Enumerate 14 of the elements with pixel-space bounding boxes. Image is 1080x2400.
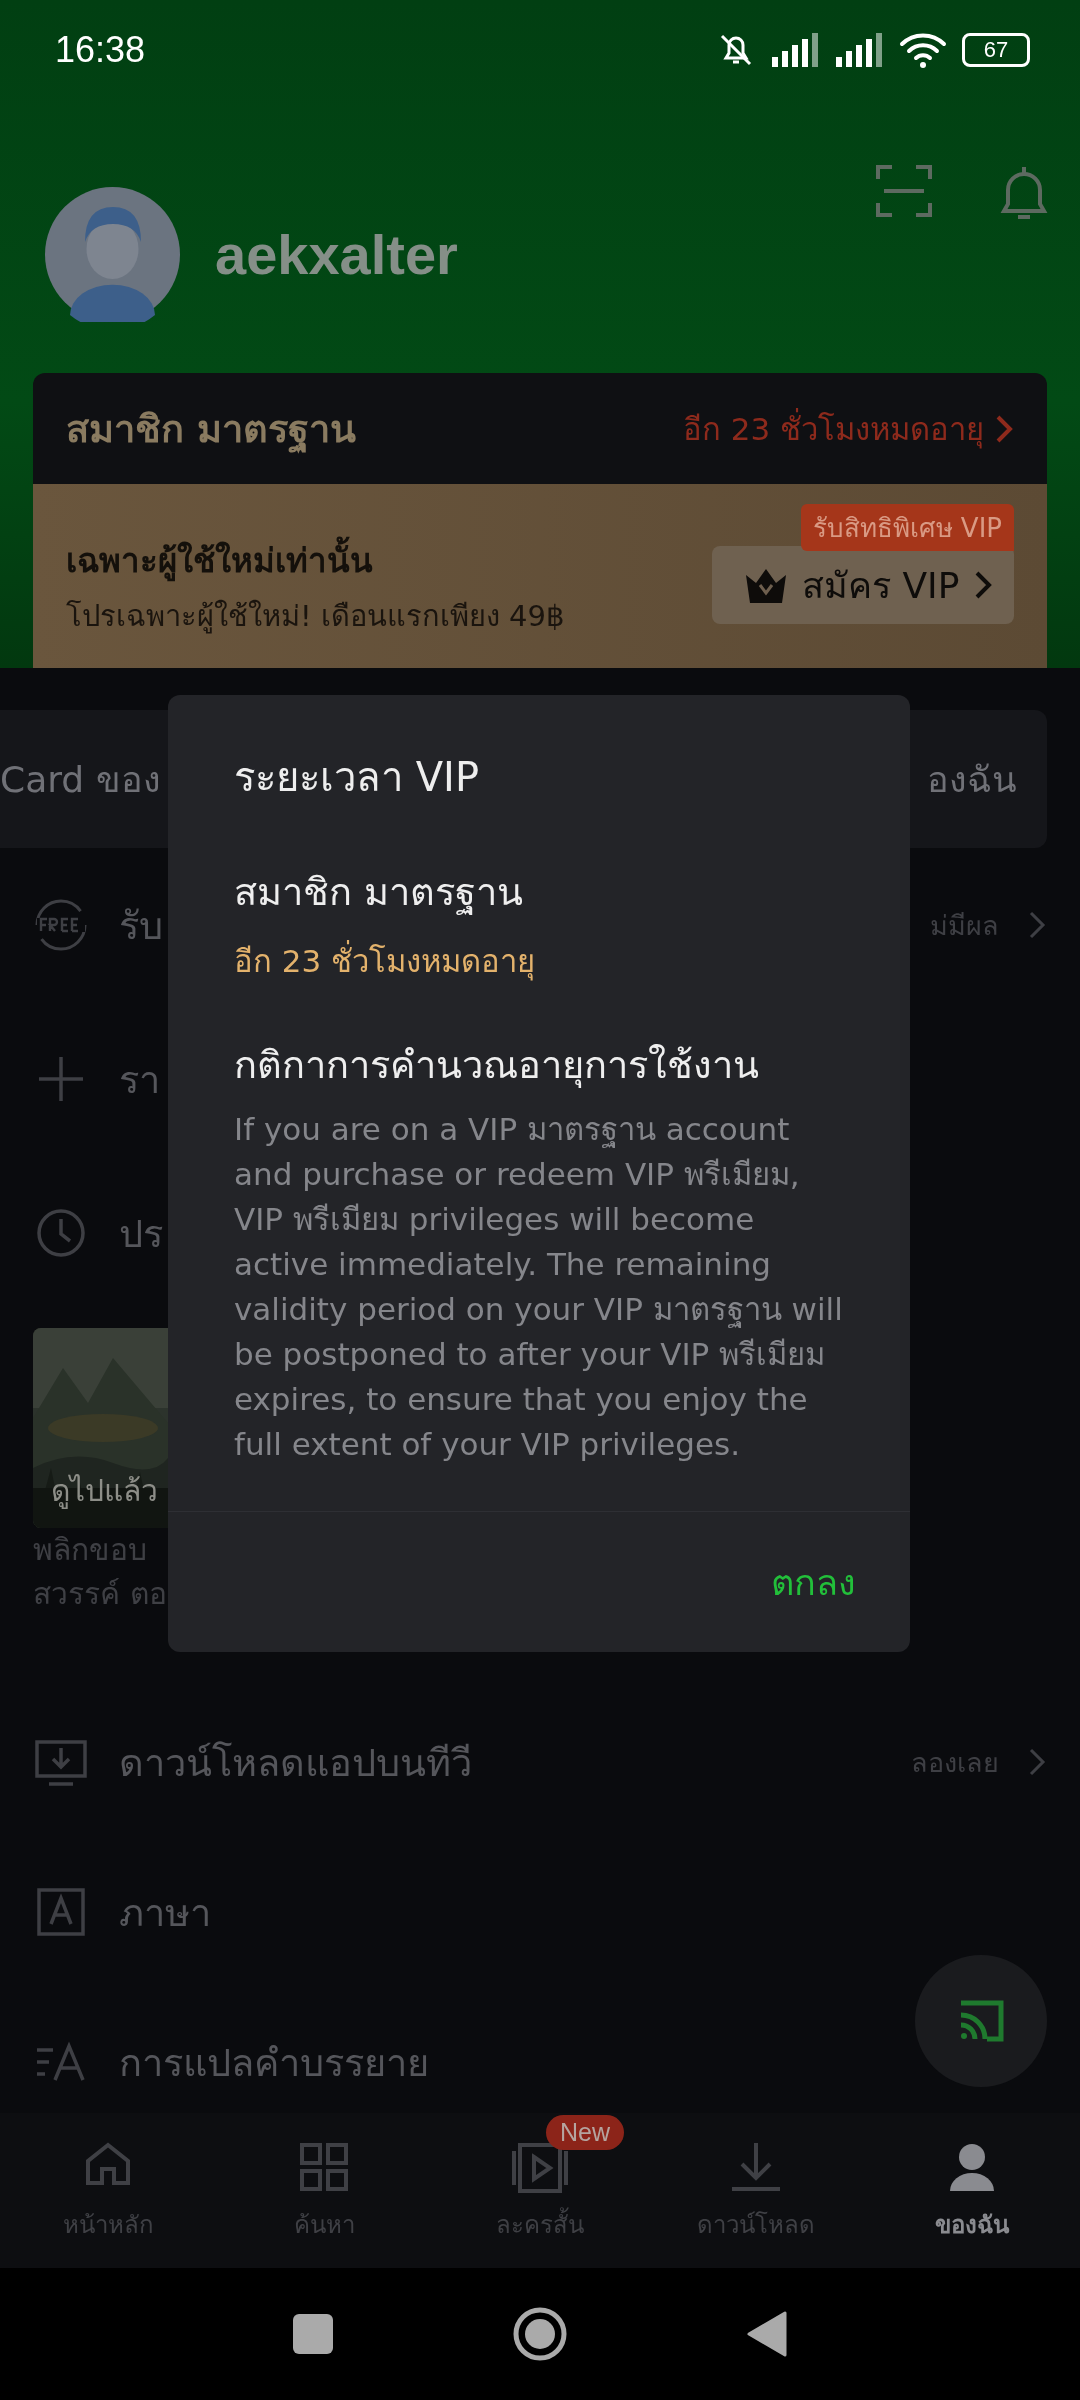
membership-title: สมาชิก มาตรฐาน [66,398,357,459]
rules-text: If you are on a VIP มาตรฐาน account and purchase or redeem VIP พรีเมียม, VIP พรีเมียม privileges will become active immediately. The remaining validity period on your VIP มาตรฐาน will be postponed to after your VIP พรีเมียม expires, to ensure that you enjoy the full extent of your VIP privileges. [234,1110,844,1464]
clock-time: 16:38 [55,29,146,71]
watched-label: ดูไปแล้ว [51,1472,158,1511]
vip-badge: รับสิทธิพิเศษ VIP [800,504,1014,551]
expiry-text: อีก 23 ชั่วโมงหมดอายุ [234,936,850,986]
promo-text: โปรเฉพาะผู้ใช้ใหม่! เดือนแรกเพียง 49฿ [66,598,565,636]
username: aekxalter [215,222,458,287]
promo-title: เฉพาะผู้ใช้ใหม่เท่านั้น [66,534,565,587]
plan-name: สมาชิก มาตรฐาน [234,869,525,917]
new-badge: New [546,2115,624,2150]
dialog-title: ระยะเวลา VIP [234,753,480,802]
battery-indicator: 67 [962,33,1030,67]
section-heading: กติกาการคำนวณอายุการใช้งาน [234,1042,760,1090]
